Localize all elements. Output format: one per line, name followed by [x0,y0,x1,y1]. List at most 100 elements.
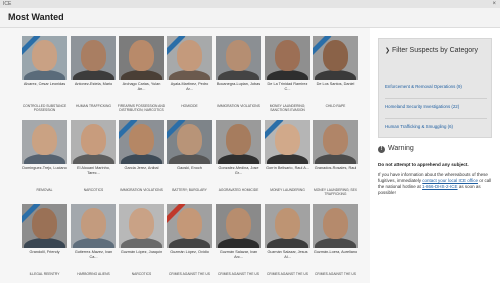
fugitive-crime: Narcotics [83,188,104,192]
fugitive-card[interactable]: Gonzalez-Medina, Jose Gr... Aggravated Ho… [216,120,261,192]
fugitive-name[interactable]: El Alouani Marinho, Tarec... [71,166,116,176]
fugitive-card[interactable]: Garcia Jerez, Anibal Immigration Violatio… [119,120,164,192]
fugitive-crime: Homicide [181,104,198,108]
fugitive-name[interactable]: Guzmán López, Ovidio [167,250,212,260]
warning-title-text: Warning [388,145,414,152]
portrait-face [32,124,57,155]
fugitive-name[interactable]: Antonez-Estela, Mario [71,82,116,92]
fugitive-card[interactable]: Gorrín Belisario, Raul A... Money Launder… [265,120,310,192]
window-titlebar: ICE × [0,0,500,8]
fugitive-card[interactable]: Guzmán López, Ovidio Crimes Against the U… [167,204,212,276]
fugitive-photo[interactable] [167,204,212,248]
fugitive-photo[interactable] [313,204,358,248]
fugitive-photo[interactable] [265,120,310,164]
contact-local-office-link[interactable]: contact your local ICE office [422,178,478,183]
warning-bold-text: Do not attempt to apprehend any subject. [378,162,469,167]
fugitive-photo[interactable] [167,36,212,80]
portrait-shoulders [73,154,114,164]
fugitive-card[interactable]: Guzmán Salazar, Ivan Arc... Crimes Agains… [216,204,261,276]
fugitive-photo[interactable] [216,120,261,164]
fugitive-name[interactable]: Guzmán Salazar, Jesus Al... [265,250,310,260]
category-enforcement-removal[interactable]: Enforcement & Removal Operations (9) [385,84,489,89]
fugitive-photo[interactable] [22,204,67,248]
fugitive-card[interactable]: Archago Carias, Yulan An... Firearms Poss… [118,36,165,112]
fugitive-crime: Narcotics [131,272,152,276]
portrait-shoulders [73,70,114,80]
portrait-face [323,124,348,155]
fugitive-photo[interactable] [119,120,164,164]
fugitive-photo[interactable] [119,204,164,248]
fugitive-card[interactable]: Antonez-Estela, Mario Human Trafficking [71,36,116,108]
fugitive-photo[interactable] [265,36,310,80]
chevron-right-icon: ❯ [385,48,391,54]
portrait-face [323,40,348,71]
fugitive-photo[interactable] [22,120,67,164]
fugitive-crime: Harboring Aliens [77,272,110,276]
fugitive-crime: Crimes Against the US [315,272,356,276]
fugitive-name[interactable]: Garcia Jerez, Anibal [119,166,164,176]
portrait-face [32,40,57,71]
portrait-face [323,208,348,239]
portrait-shoulders [24,238,65,248]
close-icon[interactable]: × [492,0,496,8]
fugitive-photo[interactable] [265,204,310,248]
divider [385,98,487,99]
fugitive-name[interactable]: Granados-Rosales, Raul [313,166,358,176]
fugitive-card[interactable]: Ayala-Martinez, Pedro Ar... Homicide [167,36,212,108]
hotline-link[interactable]: 1-866-DHS-2-ICE [422,184,458,189]
fugitive-name[interactable]: Gorrín Belisario, Raul A... [265,166,310,176]
fugitive-crime: Crimes Against the US [169,272,210,276]
fugitive-photo[interactable] [313,36,358,80]
fugitive-card[interactable]: Dominguez-Trejo, Luciano Removal [22,120,67,192]
fugitive-photo[interactable] [216,204,261,248]
fugitive-card[interactable]: Alvarez, Cesar Leonidas Controlled Substa… [22,36,67,112]
fugitive-card[interactable]: Gutierrez-Mazez, Ivan Ca... Harboring Ali… [71,204,116,276]
fugitive-name[interactable]: Ayala-Martinez, Pedro Ar... [167,82,212,92]
fugitive-card[interactable]: Granados-Rosales, Raul Money Laundering; … [313,120,358,196]
portrait-shoulders [218,238,259,248]
category-homeland-security[interactable]: Homeland Security Investigations (22) [385,104,489,109]
fugitive-name[interactable]: Gutierrez-Mazez, Ivan Ca... [71,250,116,260]
fugitive-crime: Aggravated Homicide [218,188,259,192]
fugitive-photo[interactable] [22,36,67,80]
fugitive-photo[interactable] [71,120,116,164]
portrait-face [177,208,202,239]
fugitive-card[interactable]: De Los Santos, Daniel Child Rape [313,36,358,108]
fugitive-crime: Immigration Violations [120,188,163,192]
fugitive-card[interactable]: Guzmán Salazar, Jesus Al... Crimes Agains… [265,204,310,276]
fugitive-photo[interactable] [71,204,116,248]
portrait-shoulders [315,154,356,164]
category-human-trafficking[interactable]: Human Trafficking & Smuggling (6) [385,124,489,129]
fugitive-photo[interactable] [167,120,212,164]
fugitive-name[interactable]: Bocanegra-Lupian, Jobas [216,82,261,92]
fugitive-crime: Money Laundering; Sanctions Evasion [269,104,306,112]
fugitive-name[interactable]: Gonzalez-Medina, Jose Gr... [216,166,261,176]
portrait-face [129,40,154,71]
fugitive-name[interactable]: Dominguez-Trejo, Luciano [22,166,67,176]
fugitive-photo[interactable] [216,36,261,80]
fugitive-name[interactable]: Guzmán Salazar, Ivan Arc... [216,250,261,260]
fugitive-photo[interactable] [313,120,358,164]
warning-body: If you have information about the wherea… [378,172,492,196]
fugitive-photo[interactable] [71,36,116,80]
portrait-face [81,124,106,155]
fugitive-name[interactable]: Gaoski, Enoch [167,166,212,176]
fugitive-name[interactable]: De La Trinidad Ramirez C... [265,82,310,92]
fugitive-crime: Human Trafficking [76,104,111,108]
fugitive-name[interactable]: Guzmán-Loera, Aureliano [313,250,358,260]
filter-title-text: Filter Suspects by Category [392,47,479,54]
fugitive-card[interactable]: El Alouani Marinho, Tarec... Narcotics [71,120,116,192]
fugitive-card[interactable]: Guzmán López, Joaquín Narcotics [119,204,164,276]
fugitive-name[interactable]: Guzmán López, Joaquín [119,250,164,260]
fugitive-card[interactable]: Bocanegra-Lupian, Jobas Immigration Viola… [216,36,261,108]
fugitive-card[interactable]: Guzmán-Loera, Aureliano Crimes Against th… [313,204,358,276]
fugitive-card[interactable]: De La Trinidad Ramirez C... Money Launder… [265,36,310,112]
fugitive-name[interactable]: Alvarez, Cesar Leonidas [22,82,67,92]
fugitive-name[interactable]: Grandolil, Friendy [22,250,67,260]
fugitive-photo[interactable] [119,36,164,80]
fugitive-card[interactable]: Gaoski, Enoch Battery; Burglary [167,120,212,192]
fugitive-name[interactable]: De Los Santos, Daniel [313,82,358,92]
fugitive-name[interactable]: Archago Carias, Yulan An... [119,82,164,92]
fugitive-crime: Crimes Against the US [218,272,259,276]
fugitive-card[interactable]: Grandolil, Friendy Illegal Reentry [22,204,67,276]
